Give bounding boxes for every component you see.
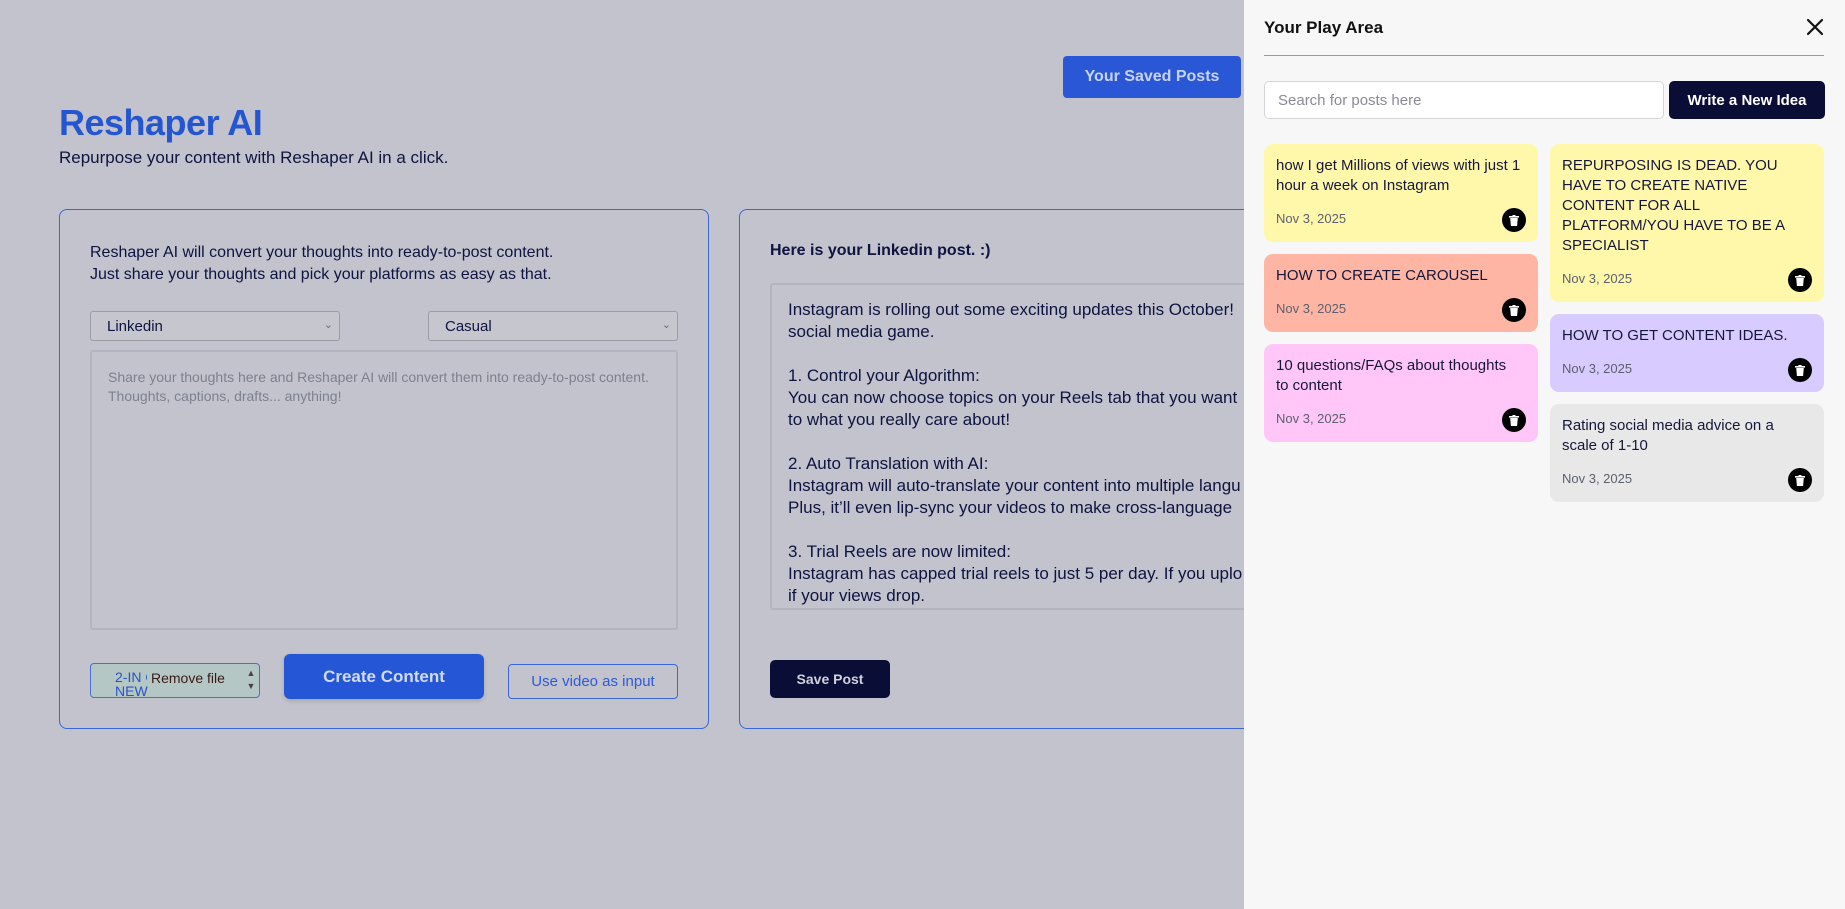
trash-icon[interactable] [1788, 358, 1812, 382]
note-card[interactable]: REPURPOSING IS DEAD. YOU HAVE TO CREATE … [1550, 144, 1824, 302]
file-input[interactable]: 2-IN OCTOBER NEW Remove file ▲▼ [90, 663, 260, 698]
app-subtitle: Repurpose your content with Reshaper AI … [59, 148, 449, 167]
platform-select-value: Linkedin [107, 317, 163, 335]
output-heading: Here is your Linkedin post. :) [770, 242, 991, 259]
note-footer: Nov 3, 2025 [1562, 468, 1812, 492]
thoughts-textarea[interactable]: Share your thoughts here and Reshaper AI… [90, 350, 678, 630]
intro-line-1: Reshaper AI will convert your thoughts i… [90, 244, 554, 261]
note-text: Rating social media advice on a scale of… [1562, 417, 1774, 454]
write-new-idea-button[interactable]: Write a New Idea [1669, 81, 1825, 119]
video-input-button[interactable]: Use video as input [508, 664, 678, 699]
note-footer: Nov 3, 2025 [1562, 268, 1812, 292]
remove-file-button[interactable]: Remove file [147, 670, 229, 686]
search-placeholder: Search for posts here [1278, 91, 1422, 109]
tone-select[interactable]: Casual ⌄ [428, 311, 678, 341]
note-date: Nov 3, 2025 [1562, 361, 1633, 376]
tone-select-value: Casual [445, 317, 492, 335]
chevron-down-icon: ⌄ [323, 319, 333, 331]
trash-icon[interactable] [1788, 468, 1812, 492]
note-text: HOW TO CREATE CAROUSEL [1276, 267, 1488, 284]
file-spinner[interactable]: ▲ ▼ [245, 667, 257, 694]
intro-text: Reshaper AI will convert your thoughts i… [90, 242, 553, 286]
drawer-title: Your Play Area [1264, 18, 1384, 37]
note-card[interactable]: HOW TO GET CONTENT IDEAS. Nov 3, 2025 [1550, 314, 1824, 392]
note-date: Nov 3, 2025 [1562, 271, 1633, 286]
note-date: Nov 3, 2025 [1276, 301, 1347, 316]
trash-icon[interactable] [1502, 408, 1526, 432]
app-title: Reshaper AI [59, 102, 263, 143]
note-date: Nov 3, 2025 [1276, 411, 1347, 426]
note-card[interactable]: Rating social media advice on a scale of… [1550, 404, 1824, 502]
save-post-button[interactable]: Save Post [770, 660, 890, 698]
note-text: HOW TO GET CONTENT IDEAS. [1562, 327, 1788, 344]
note-footer: Nov 3, 2025 [1276, 408, 1526, 432]
thoughts-placeholder: Share your thoughts here and Reshaper AI… [108, 369, 649, 404]
play-area-drawer: Your Play Area Search for posts here Wri… [1244, 0, 1845, 909]
note-date: Nov 3, 2025 [1562, 471, 1633, 486]
input-card: Reshaper AI will convert your thoughts i… [59, 209, 709, 729]
note-text: 10 questions/FAQs about thoughts to cont… [1276, 357, 1507, 394]
trash-icon[interactable] [1502, 298, 1526, 322]
saved-posts-button[interactable]: Your Saved Posts [1063, 56, 1241, 98]
divider [1264, 55, 1824, 56]
note-footer: Nov 3, 2025 [1276, 298, 1526, 322]
note-text: REPURPOSING IS DEAD. YOU HAVE TO CREATE … [1562, 157, 1785, 254]
close-icon[interactable] [1802, 14, 1828, 40]
note-text: how I get Millions of views with just 1 … [1276, 157, 1521, 194]
notes-column-right: REPURPOSING IS DEAD. YOU HAVE TO CREATE … [1550, 144, 1824, 514]
notes-column-left: how I get Millions of views with just 1 … [1264, 144, 1538, 454]
note-card[interactable]: 10 questions/FAQs about thoughts to cont… [1264, 344, 1538, 442]
search-input[interactable]: Search for posts here [1264, 81, 1664, 119]
intro-line-2: Just share your thoughts and pick your p… [90, 266, 552, 283]
note-footer: Nov 3, 2025 [1562, 358, 1812, 382]
chevron-down-icon: ⌄ [661, 319, 671, 331]
note-card[interactable]: HOW TO CREATE CAROUSEL Nov 3, 2025 [1264, 254, 1538, 332]
note-card[interactable]: how I get Millions of views with just 1 … [1264, 144, 1538, 242]
trash-icon[interactable] [1788, 268, 1812, 292]
platform-select[interactable]: Linkedin ⌄ [90, 311, 340, 341]
create-content-button[interactable]: Create Content [284, 654, 484, 699]
trash-icon[interactable] [1502, 208, 1526, 232]
note-footer: Nov 3, 2025 [1276, 208, 1526, 232]
note-date: Nov 3, 2025 [1276, 211, 1347, 226]
